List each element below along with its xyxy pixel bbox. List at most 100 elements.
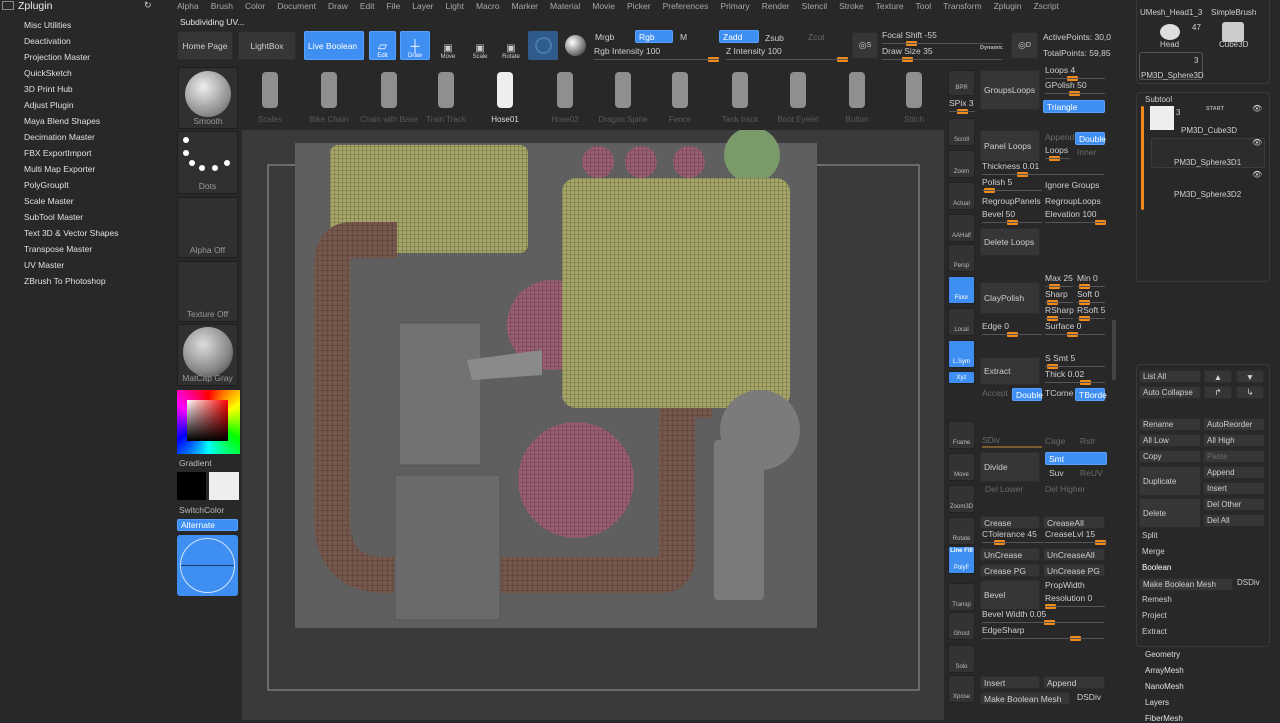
propwidth-button[interactable]: PropWidth [1045, 580, 1085, 590]
creaseall-button[interactable]: CreaseAll [1043, 516, 1105, 529]
color-picker[interactable] [177, 390, 240, 454]
brush-thumb-icon[interactable] [321, 72, 337, 108]
home-page-button[interactable]: Home Page [177, 31, 233, 60]
alllow-button[interactable]: All Low [1139, 434, 1201, 447]
nav-lsym-button[interactable]: L.Sym [948, 340, 975, 368]
zplugin-item[interactable]: Transpose Master [24, 244, 92, 254]
rotate-button[interactable]: ▣ Rotate [497, 31, 525, 60]
rgb-button[interactable]: Rgb [635, 30, 673, 43]
move-down-arrow-icon[interactable]: ▼ [1236, 370, 1264, 383]
brush-item[interactable]: Stitch [884, 115, 944, 124]
duplicate-button[interactable]: Duplicate [1139, 466, 1201, 496]
zsub-button[interactable]: Zsub [765, 33, 784, 43]
secondary-color-swatch[interactable] [209, 472, 239, 500]
section-arraymesh[interactable]: ArrayMesh [1145, 666, 1184, 675]
section-geometry[interactable]: Geometry [1145, 650, 1180, 659]
subtool-item[interactable]: PM3D_Cube3D [1181, 126, 1237, 135]
menu-transform[interactable]: Transform [943, 1, 981, 13]
visibility-eye-icon[interactable]: 👁 [1252, 138, 1262, 147]
nav-xpose-button[interactable]: Xpose [948, 675, 975, 703]
menu-edit[interactable]: Edit [360, 1, 375, 13]
tool-umesh-head[interactable]: UMesh_Head1_3 [1140, 8, 1202, 17]
gpolish-slider[interactable]: GPolish 50 [1045, 80, 1105, 96]
soft-slider[interactable]: Soft 0 [1077, 289, 1105, 305]
menu-alpha[interactable]: Alpha [177, 1, 199, 13]
move-out-arrow-icon[interactable]: ↱ [1204, 386, 1232, 399]
creasepg-button[interactable]: Crease PG [980, 564, 1040, 577]
menu-zscript[interactable]: Zscript [1033, 1, 1059, 13]
brush-thumb-icon[interactable] [906, 72, 922, 108]
brush-thumb-icon[interactable] [672, 72, 688, 108]
slider-knob[interactable] [1095, 220, 1106, 225]
slider-knob[interactable] [1080, 380, 1091, 385]
zplugin-item[interactable]: UV Master [24, 260, 64, 270]
groupsloops-button[interactable]: GroupsLoops [980, 70, 1040, 110]
slider-knob[interactable] [1070, 636, 1081, 641]
resolution-slider[interactable]: Resolution 0 [1045, 593, 1105, 609]
slider-knob[interactable] [1007, 332, 1018, 337]
nav-solo-button[interactable]: Solo [948, 645, 975, 673]
nav-actual-button[interactable]: Actual [948, 182, 975, 210]
subtool-title[interactable]: Subtool [1145, 95, 1172, 104]
menu-macro[interactable]: Macro [476, 1, 500, 13]
inner-button[interactable]: Inner [1077, 147, 1096, 157]
creaselvl-slider[interactable]: CreaseLvl 15 [1045, 529, 1107, 545]
bevel-button[interactable]: Bevel [980, 580, 1040, 610]
move-in-arrow-icon[interactable]: ↳ [1236, 386, 1264, 399]
nav-transp-button[interactable]: Transp [948, 583, 975, 611]
menu-material[interactable]: Material [550, 1, 580, 13]
thick-slider[interactable]: Thick 0.02 [1045, 369, 1105, 385]
slider-knob[interactable] [1069, 91, 1080, 96]
smt-button[interactable]: Smt [1045, 452, 1107, 465]
crease-button[interactable]: Crease [980, 516, 1040, 529]
tool-cube3d[interactable]: Cube3D [1219, 40, 1248, 49]
lightbox-button[interactable]: LightBox [238, 31, 296, 60]
cube-thumb[interactable] [1222, 22, 1244, 42]
dynamic-toggle[interactable]: Dynamic [980, 45, 1003, 51]
autoreorder-button[interactable]: AutoReorder [1203, 418, 1265, 431]
material-icon[interactable] [565, 35, 586, 56]
zplugin-item[interactable]: Scale Master [24, 196, 74, 206]
paste-button[interactable]: Paste [1203, 450, 1265, 463]
menu-color[interactable]: Color [245, 1, 265, 13]
makebool-button[interactable]: Make Boolean Mesh [1139, 578, 1233, 591]
merge-section[interactable]: Merge [1142, 547, 1165, 556]
brush-item[interactable]: Chain with Base [359, 115, 419, 124]
nav-zoom3d-button[interactable]: Zoom3D [948, 485, 975, 513]
brush-item[interactable]: Fence [650, 115, 710, 124]
brush-item[interactable]: Hose01 [475, 115, 535, 124]
project-section[interactable]: Project [1142, 611, 1167, 620]
uncreaseall-button[interactable]: UnCreaseAll [1043, 548, 1105, 561]
slider-knob[interactable] [994, 540, 1005, 545]
menu-primary[interactable]: Primary [720, 1, 749, 13]
triangle-button[interactable]: Triangle [1043, 100, 1105, 113]
suv-button[interactable]: Suv [1049, 468, 1064, 478]
nav-frame-button[interactable]: Frame [948, 421, 975, 449]
zplugin-item[interactable]: FBX ExportImport [24, 148, 92, 158]
zplugin-item[interactable]: Maya Blend Shapes [24, 116, 100, 126]
zplugin-item[interactable]: ZBrush To Photoshop [24, 276, 106, 286]
zplugin-item[interactable]: SubTool Master [24, 212, 83, 222]
menu-stroke[interactable]: Stroke [839, 1, 864, 13]
brush-thumb-icon[interactable] [557, 72, 573, 108]
regroupLoops-button[interactable]: RegroupLoops [1045, 196, 1101, 206]
menu-stencil[interactable]: Stencil [802, 1, 828, 13]
sharp-slider[interactable]: Sharp [1045, 289, 1073, 305]
loops-slider[interactable]: Loops [1045, 145, 1070, 161]
rgb-intensity-slider[interactable]: Rgb Intensity 100 [594, 46, 719, 62]
extract-button[interactable]: Extract [980, 357, 1040, 385]
subtool-item[interactable]: PM3D_Sphere3D2 [1174, 190, 1241, 199]
draw-button[interactable]: ┼ Draw [400, 31, 430, 60]
brush-thumb-icon[interactable] [732, 72, 748, 108]
menu-document[interactable]: Document [277, 1, 316, 13]
zplugin-item[interactable]: Decimation Master [24, 132, 95, 142]
insert-button[interactable]: Insert [980, 676, 1040, 689]
nav-aahalf-button[interactable]: AAHalf [948, 214, 975, 242]
menu-picker[interactable]: Picker [627, 1, 651, 13]
color-square[interactable] [187, 400, 228, 441]
refresh-icon[interactable]: ↻ [144, 0, 152, 11]
bevel50-slider[interactable]: Bevel 50 [982, 209, 1042, 225]
focal-shift-slider[interactable]: Focal Shift -55 [882, 30, 1002, 46]
brush-item[interactable]: Tank track [710, 115, 770, 124]
menu-render[interactable]: Render [762, 1, 790, 13]
